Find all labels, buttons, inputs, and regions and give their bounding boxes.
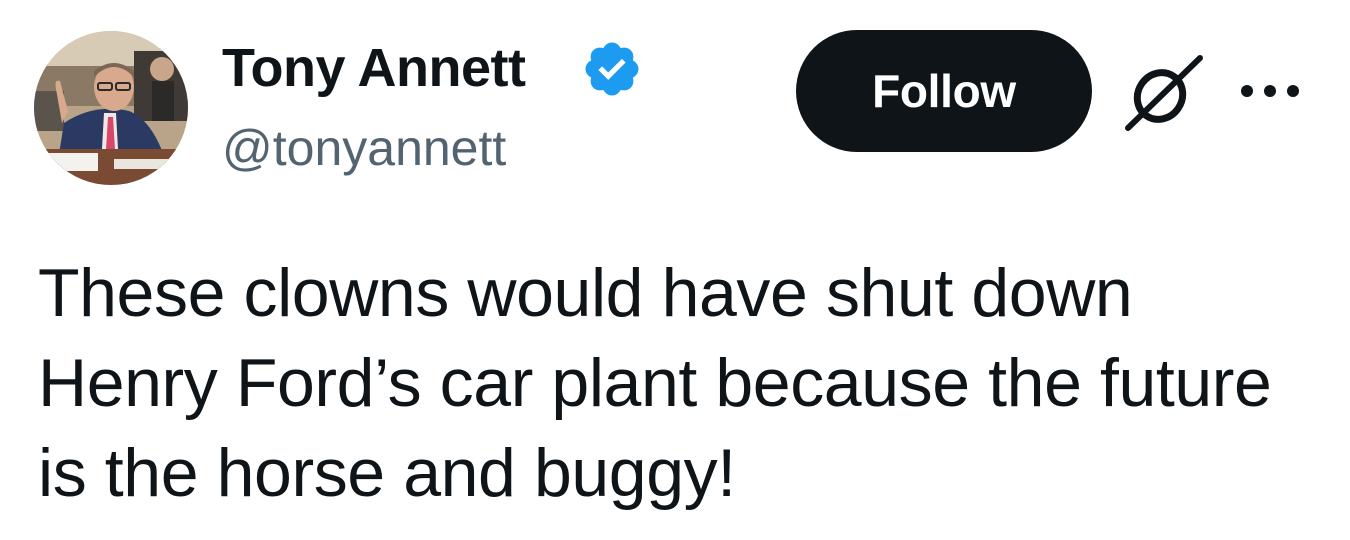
author-display-name[interactable]: Tony Annett bbox=[222, 34, 526, 102]
verified-badge-icon bbox=[585, 42, 639, 96]
avatar[interactable] bbox=[34, 31, 188, 185]
more-horizontal-icon[interactable] bbox=[1238, 76, 1302, 106]
author-handle[interactable]: @tonyannett bbox=[222, 116, 506, 180]
profile-photo-icon bbox=[34, 31, 188, 185]
grok-icon[interactable] bbox=[1120, 52, 1206, 134]
tweet-card[interactable]: Tony Annett @tonyannett Follow These clo… bbox=[0, 0, 1350, 540]
tweet-text-line: is the horse and buggy! bbox=[38, 435, 736, 511]
tweet-text-line: Henry Ford’s car plant because the futur… bbox=[38, 345, 1272, 421]
follow-button[interactable]: Follow bbox=[796, 30, 1092, 152]
tweet-text-line: These clowns would have shut down bbox=[38, 255, 1133, 331]
tweet-text: These clowns would have shut down Henry … bbox=[38, 248, 1328, 518]
